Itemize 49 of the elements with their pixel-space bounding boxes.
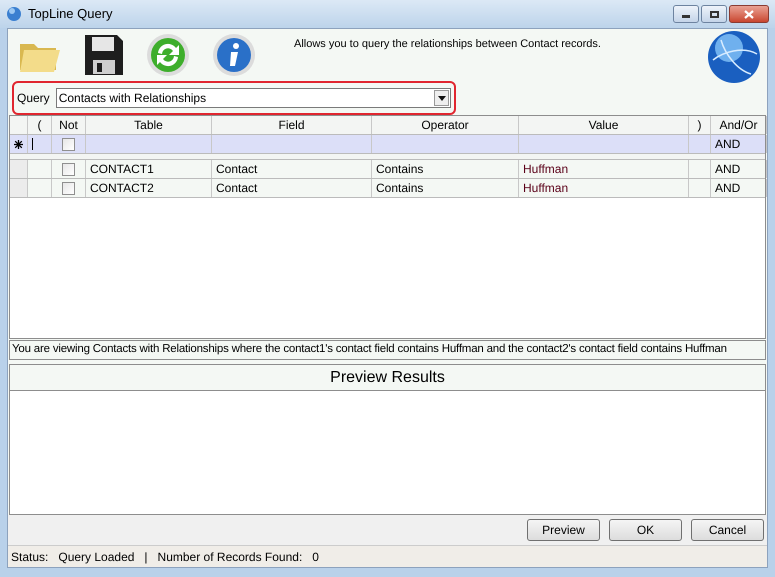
asterisk-icon xyxy=(14,140,23,148)
table-cell: Contains xyxy=(372,160,519,178)
table-cell: AND xyxy=(711,135,767,153)
table-cell: Huffman xyxy=(519,160,689,178)
dialog-button[interactable]: OK xyxy=(609,519,682,541)
maximize-button[interactable] xyxy=(701,5,727,23)
column-header[interactable]: Not xyxy=(52,116,86,134)
column-header[interactable]: And/Or xyxy=(711,116,767,134)
table-row[interactable]: CONTACT1 Contact Contains Huffman AND xyxy=(10,160,765,179)
globe-icon xyxy=(707,30,761,84)
dialog-button[interactable]: Cancel xyxy=(691,519,764,541)
table-cell: Huffman xyxy=(519,179,689,197)
column-header[interactable]: ( xyxy=(28,116,52,134)
minimize-button[interactable] xyxy=(673,5,699,23)
column-header[interactable]: Operator xyxy=(372,116,519,134)
close-icon xyxy=(744,10,754,18)
table-cell: Contact xyxy=(212,160,372,178)
table-cell: Contains xyxy=(372,179,519,197)
column-header[interactable]: Value xyxy=(519,116,689,134)
window-title: TopLine Query xyxy=(28,5,113,24)
close-button[interactable] xyxy=(729,5,769,23)
status-separator: | xyxy=(144,548,148,566)
status-text: Query Loaded xyxy=(58,548,134,566)
query-label: Query xyxy=(17,90,50,107)
column-header[interactable]: Field xyxy=(212,116,372,134)
table-row[interactable]: CONTACT2 Contact Contains Huffman AND xyxy=(10,179,765,198)
checkbox[interactable] xyxy=(62,162,75,176)
table-cell: CONTACT1 xyxy=(86,160,212,178)
checkbox[interactable] xyxy=(62,182,75,194)
description-text: Allows you to query the relationships between Contact records. xyxy=(294,37,601,52)
refresh-icon[interactable] xyxy=(146,33,190,77)
dialog-button[interactable]: Preview xyxy=(527,519,600,541)
records-count: 0 xyxy=(312,548,319,566)
query-dropdown[interactable]: Contacts with Relationships xyxy=(56,88,451,108)
column-header[interactable]: ) xyxy=(689,116,711,134)
records-label: Number of Records Found: xyxy=(158,548,302,566)
preview-title: Preview Results xyxy=(330,368,445,388)
checkbox[interactable] xyxy=(62,138,75,150)
info-icon[interactable] xyxy=(212,33,256,77)
new-row[interactable]: AND xyxy=(10,135,765,154)
status-label: Status: xyxy=(11,548,48,566)
column-header[interactable]: Table xyxy=(86,116,212,134)
globe-icon xyxy=(6,6,22,22)
summary-text: You are viewing Contacts with Relationships where the contact1's contact field contains Huffman and the contact2's contact field contains Huffman xyxy=(9,340,766,360)
table-cell: AND xyxy=(711,160,767,178)
table-cell: AND xyxy=(711,179,767,197)
dropdown-arrow-icon xyxy=(438,96,446,100)
table-cell: Contact xyxy=(212,179,372,197)
table-cell: CONTACT2 xyxy=(86,179,212,197)
